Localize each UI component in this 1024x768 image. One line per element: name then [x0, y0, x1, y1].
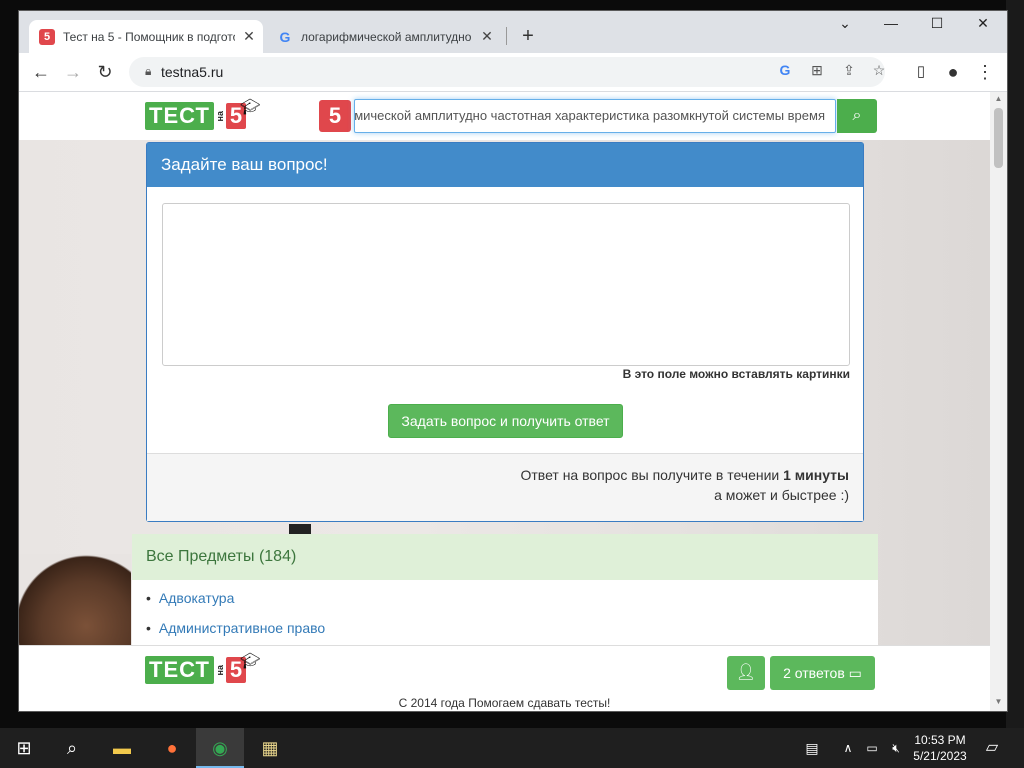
menu-kebab-icon[interactable]: ⋮: [973, 61, 997, 85]
translate-icon[interactable]: ⊞: [807, 62, 827, 82]
minimize-button[interactable]: —: [871, 15, 911, 31]
graduation-cap-icon: 🎓︎: [240, 653, 261, 670]
date: 5/21/2023: [913, 749, 967, 763]
card-icon: ▭: [848, 665, 862, 681]
address-url: testna5.ru: [161, 64, 224, 80]
logo-word: ТЕСТ: [145, 656, 214, 684]
search-icon[interactable]: ⌕: [60, 736, 84, 760]
site-logo[interactable]: ТЕСТ на 5 🎓︎: [145, 99, 260, 130]
user-button[interactable]: 👤︎: [727, 656, 765, 690]
search-icon: ⌕: [852, 107, 862, 124]
tab-title: логарифмической амплитудно: [301, 29, 472, 44]
search-button[interactable]: ⌕: [837, 99, 877, 133]
list-item[interactable]: • Адвокатура: [146, 590, 234, 606]
subject-link[interactable]: Административное право: [159, 620, 325, 636]
close-window-button[interactable]: ✕: [963, 15, 1003, 32]
time: 10:53 PM: [914, 733, 966, 747]
subjects-title: Все Предметы (184): [132, 534, 878, 580]
scroll-up-arrow-icon[interactable]: ▲: [990, 94, 1007, 103]
answers-button[interactable]: 2 ответов ▭: [770, 656, 875, 690]
show-hidden-icons-icon[interactable]: ∧: [836, 736, 860, 760]
maximize-button[interactable]: ☐: [917, 15, 957, 32]
windows-start-icon[interactable]: ⊞: [12, 736, 36, 760]
ask-question-panel: Задайте ваш вопрос! В это поле можно вст…: [146, 142, 864, 522]
reload-button[interactable]: ↻: [93, 61, 117, 85]
chrome-icon[interactable]: ◉: [208, 736, 232, 760]
bottom-bar: ТЕСТ на 5 🎓︎ 👤︎ 2 ответов ▭ С 2014 года …: [19, 645, 990, 711]
logo-na: на: [214, 110, 225, 122]
note-text: Ответ на вопрос вы получите в течении: [520, 467, 784, 483]
lock-icon: 🔒︎: [145, 64, 152, 78]
logo-na: на: [214, 664, 225, 676]
browser-window: 5 Тест на 5 - Помощник в подготовке ✕ G …: [18, 10, 1008, 712]
close-tab-icon[interactable]: ✕: [241, 28, 257, 45]
copyright-text: С 2014 года Помогаем сдавать тесты!: [398, 696, 611, 710]
testna5-favicon-icon: 5: [39, 28, 55, 45]
page-scrollbar[interactable]: ▲ ▼: [990, 92, 1007, 711]
user-icon: 👤︎: [735, 664, 757, 681]
tab-strip: 5 Тест на 5 - Помощник в подготовке ✕ G …: [19, 11, 1007, 53]
forward-button[interactable]: →: [61, 61, 85, 85]
close-tab-icon[interactable]: ✕: [479, 28, 495, 45]
notifications-icon[interactable]: ▱: [980, 736, 1004, 760]
back-button[interactable]: ←: [29, 61, 53, 85]
list-item[interactable]: • Административное право: [146, 620, 325, 636]
question-textarea[interactable]: [162, 203, 850, 366]
footer-logo[interactable]: ТЕСТ на 5 🎓︎: [145, 653, 260, 684]
bookmark-star-icon[interactable]: ☆: [869, 62, 889, 82]
scroll-down-arrow-icon[interactable]: ▼: [990, 697, 1007, 706]
google-lens-icon[interactable]: G: [775, 62, 795, 82]
tab-title: Тест на 5 - Помощник в подготовке: [63, 29, 235, 44]
desktop-background-edge: [1006, 0, 1024, 728]
answers-label: 2 ответов: [783, 665, 845, 681]
logo-word: ТЕСТ: [145, 102, 214, 130]
tab-google-search[interactable]: G логарифмической амплитудно ✕: [267, 20, 501, 53]
search-logo-badge: 5: [319, 100, 351, 132]
file-explorer-icon[interactable]: ▬: [110, 736, 134, 760]
tab-testna5[interactable]: 5 Тест на 5 - Помощник в подготовке ✕: [29, 20, 263, 53]
panel-title: Задайте ваш вопрос!: [147, 143, 863, 187]
taskbar: ⊞ ⌕ ▬ ● ◉ ▦ ▤ ∧ ▭ 🔇︎ 10:53 PM 5/21/2023 …: [0, 728, 1024, 768]
submit-question-button[interactable]: Задать вопрос и получить ответ: [388, 404, 623, 438]
address-bar[interactable]: 🔒︎ testna5.ru G ⊞ ⇪ ☆: [129, 57, 885, 87]
panel-footer: Ответ на вопрос вы получите в течении 1 …: [147, 453, 863, 521]
clock[interactable]: 10:53 PM 5/21/2023: [905, 732, 975, 764]
google-favicon-icon: G: [279, 28, 291, 45]
network-icon[interactable]: ▭: [860, 736, 884, 760]
keyboard-app-icon[interactable]: ▦: [258, 736, 282, 760]
textarea-hint: В это поле можно вставлять картинки: [622, 367, 850, 381]
subject-link[interactable]: Адвокатура: [159, 590, 234, 606]
news-widget-icon[interactable]: ▤: [800, 736, 824, 760]
scrollbar-thumb[interactable]: [994, 108, 1003, 168]
share-icon[interactable]: ⇪: [839, 62, 859, 82]
graduation-cap-icon: 🎓︎: [240, 99, 261, 116]
firefox-icon[interactable]: ●: [160, 736, 184, 760]
site-header: ТЕСТ на 5 🎓︎ 5 логарифмической амплитудн…: [19, 92, 990, 140]
tab-divider: [506, 27, 507, 45]
browser-toolbar: ← → ↻ 🔒︎ testna5.ru G ⊞ ⇪ ☆ ▯ ● ⋮: [19, 53, 1007, 92]
answer-time-note-2: а может и быстрее :): [714, 487, 849, 503]
new-tab-button[interactable]: +: [517, 25, 539, 48]
page-viewport: ТЕСТ на 5 🎓︎ 5 логарифмической амплитудн…: [19, 92, 990, 711]
search-input[interactable]: логарифмической амплитудно частотная хар…: [354, 99, 836, 133]
answer-time-note: Ответ на вопрос вы получите в течении 1 …: [147, 467, 849, 483]
side-panel-icon[interactable]: ▯: [909, 61, 933, 85]
profile-avatar-icon[interactable]: ●: [941, 61, 965, 85]
tab-search-dropdown-icon[interactable]: ⌄: [825, 15, 865, 32]
note-bold: 1 минуты: [783, 467, 849, 483]
